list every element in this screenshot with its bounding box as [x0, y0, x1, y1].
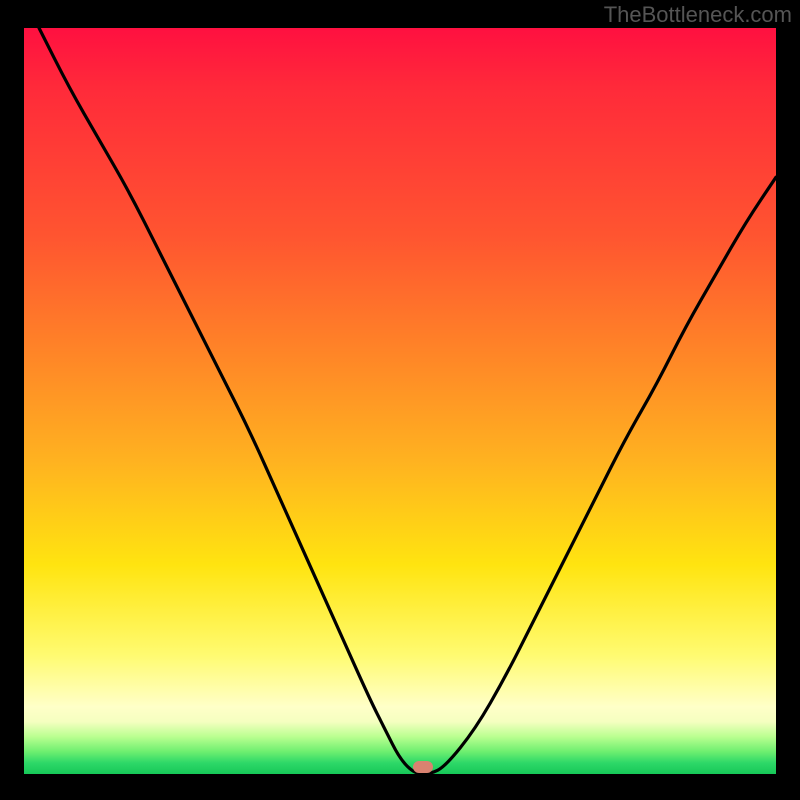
optimal-point-marker — [413, 761, 433, 773]
plot-area — [24, 28, 776, 774]
curve-path — [39, 28, 776, 774]
bottleneck-curve — [24, 28, 776, 774]
attribution-text: TheBottleneck.com — [604, 2, 792, 28]
chart-container: TheBottleneck.com — [0, 0, 800, 800]
